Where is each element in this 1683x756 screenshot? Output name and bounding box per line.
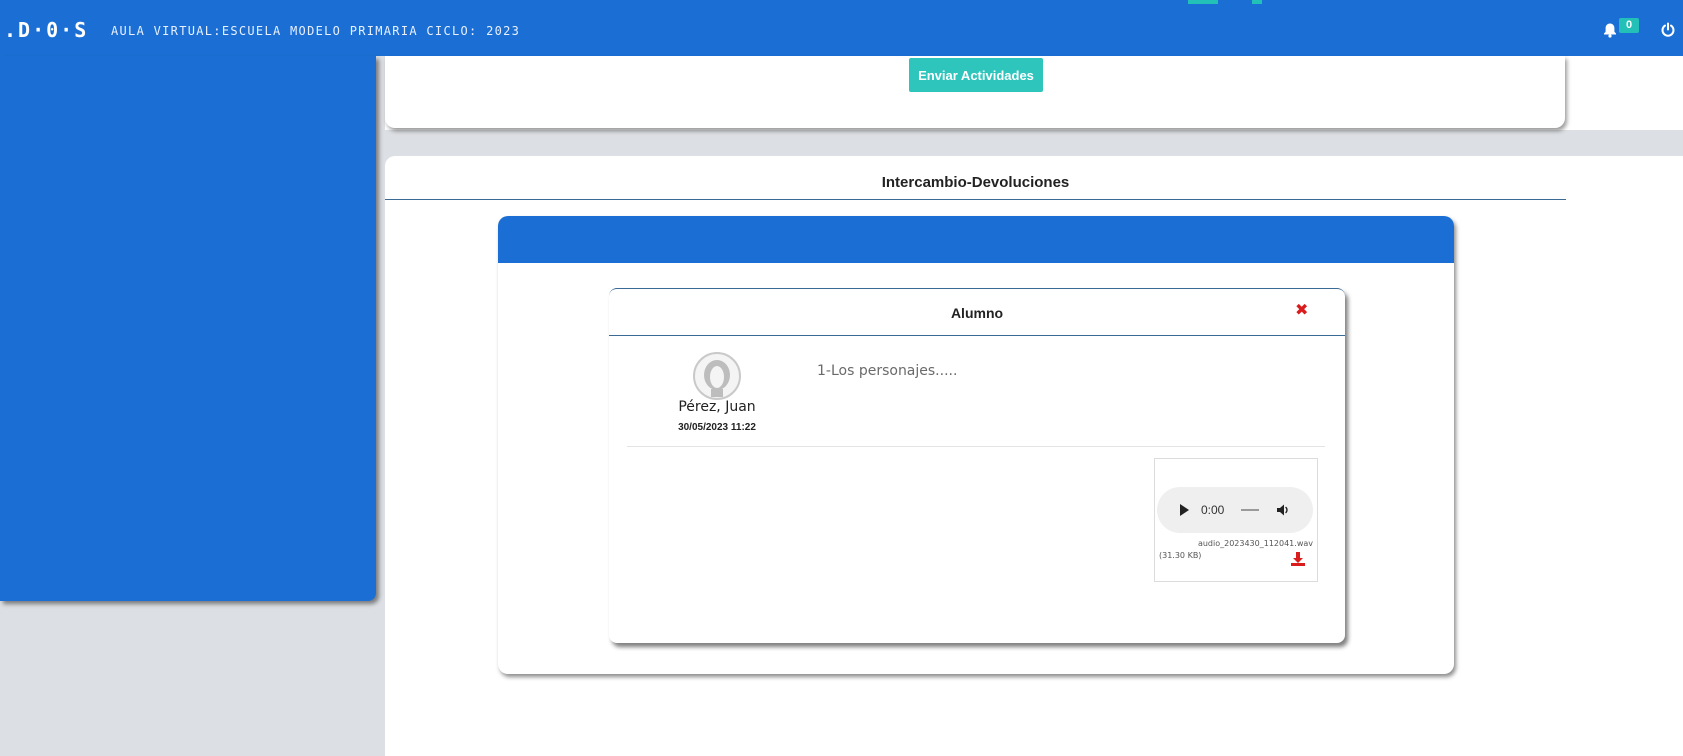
audio-progress-slider[interactable] — [1241, 509, 1259, 511]
audio-time: 0:00 — [1201, 503, 1225, 517]
activities-card: Enviar Actividades — [385, 56, 1565, 128]
exchange-card: Intercambio-Devoluciones Alumno ✖ Pérez,… — [385, 156, 1683, 756]
notification-count-badge[interactable]: 0 — [1619, 18, 1639, 33]
course-title: AULA VIRTUAL:ESCUELA MODELO PRIMARIA CIC… — [111, 24, 521, 38]
avatar — [693, 352, 741, 400]
audio-attachment: 0:00 audio_2023430_112041.wav (31.30 KB) — [1154, 458, 1318, 582]
send-activities-button[interactable]: Enviar Actividades — [909, 58, 1043, 92]
top-navbar: .D·0·S AULA VIRTUAL:ESCUELA MODELO PRIMA… — [0, 0, 1683, 56]
sidebar-panel — [0, 56, 376, 601]
accent-edge — [1252, 0, 1262, 4]
power-icon[interactable] — [1660, 22, 1676, 38]
attachment-file-size: (31.30 KB) — [1159, 551, 1202, 560]
message-date: 30/05/2023 11:22 — [678, 422, 756, 433]
messages-panel: Alumno ✖ Pérez, Juan 30/05/2023 11:22 1-… — [498, 216, 1454, 674]
volume-icon[interactable] — [1276, 503, 1290, 517]
download-icon[interactable] — [1290, 551, 1306, 567]
accent-edge — [1188, 0, 1218, 4]
bell-icon[interactable] — [1602, 22, 1618, 38]
user-silhouette-icon — [704, 360, 730, 397]
modal-title: Alumno — [950, 305, 1004, 321]
student-modal: Alumno ✖ Pérez, Juan 30/05/2023 11:22 1-… — [609, 288, 1345, 643]
message-divider — [627, 446, 1325, 447]
student-name: Pérez, Juan — [678, 399, 756, 415]
audio-player[interactable]: 0:00 — [1157, 487, 1313, 533]
messages-panel-header — [498, 216, 1454, 263]
attachment-file-name: audio_2023430_112041.wav — [1197, 539, 1313, 548]
close-icon[interactable]: ✖ — [1295, 303, 1308, 319]
app-logo[interactable]: .D·0·S — [4, 18, 88, 42]
modal-divider — [609, 335, 1345, 336]
play-icon[interactable] — [1180, 504, 1189, 516]
section-title: Intercambio-Devoluciones — [881, 174, 1070, 191]
section-divider — [385, 199, 1566, 200]
message-text: 1-Los personajes..... — [817, 363, 958, 379]
